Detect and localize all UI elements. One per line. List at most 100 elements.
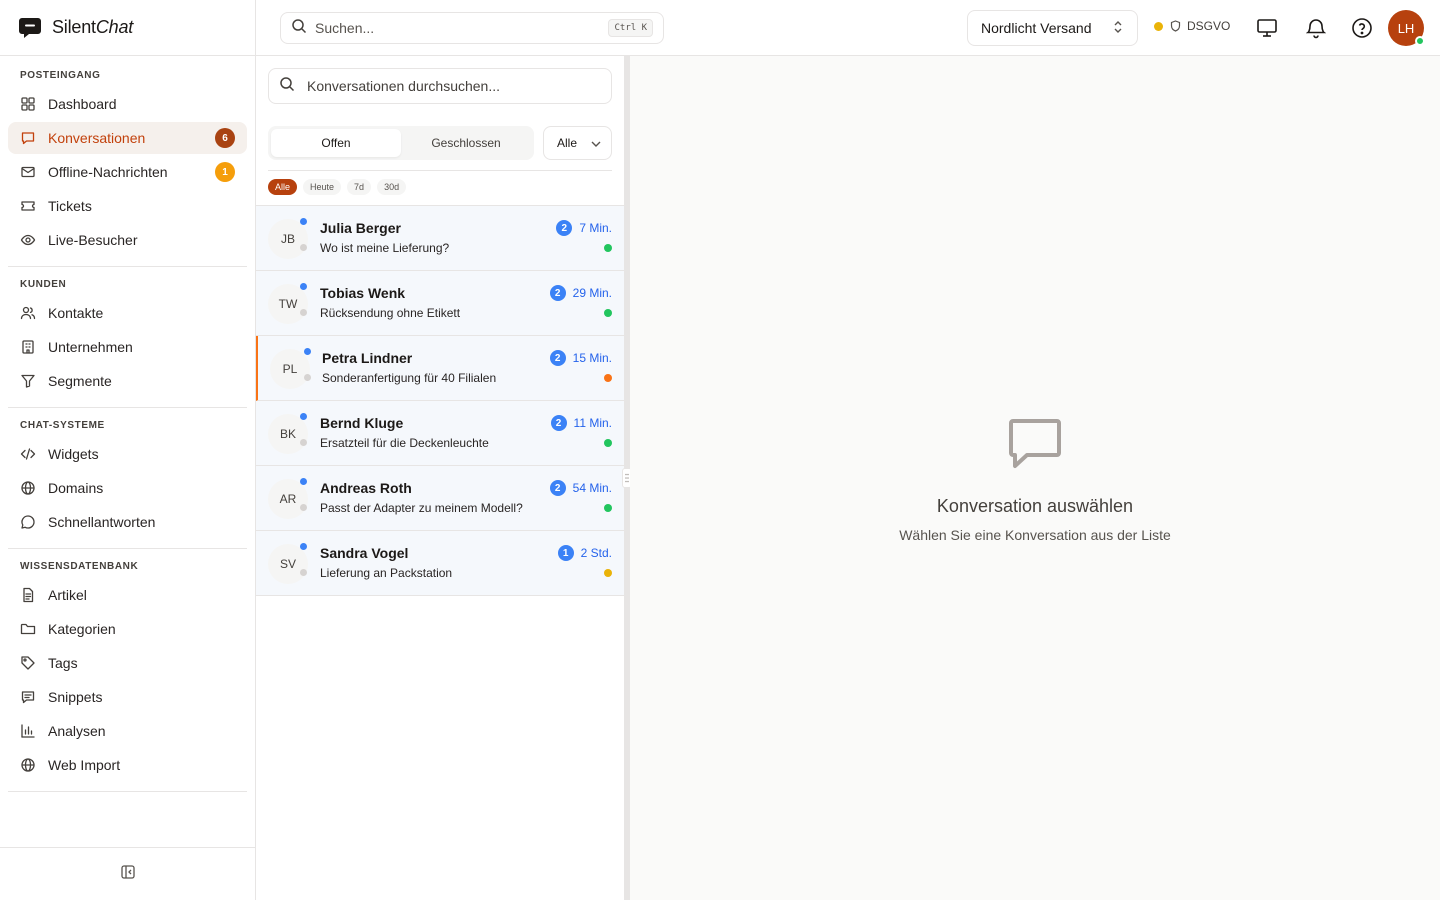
sidebar-item-label: Kategorien [48,621,116,637]
conversation-meta: 1 2 Std. [557,545,612,561]
time-chip-heute[interactable]: Heute [303,179,342,195]
compliance-label: DSGVO [1187,19,1231,33]
conversation-subject: Passt der Adapter zu meinem Modell? [320,501,523,515]
conversation-list-panel: Konversationen durchsuchen... Offen Gesch… [256,56,624,900]
monitor-icon[interactable] [1255,16,1279,40]
globe-icon [20,757,36,773]
time-chip-alle[interactable]: Alle [268,179,298,195]
conversation-meta: 2 15 Min. [549,350,612,366]
sidebar-item-label: Artikel [48,587,87,603]
nav-section-title: CHAT-SYSTEME [20,420,105,431]
contact-initials: SV [279,557,296,571]
contact-avatar: AR [268,479,308,519]
sidebar: SilentChat POSTEINGANG Dashboard Konversat… [0,0,256,900]
sidebar-item-offline-nachrichten[interactable]: Offline-Nachrichten 1 [8,156,247,188]
sidebar-item-analysen[interactable]: Analysen [8,715,247,747]
chat-icon [20,130,36,146]
bell-icon[interactable] [1304,16,1328,40]
nav-section-wissensdatenbank: WISSENSDATENBANK Artikel Kategorien Tags Sni… [8,549,247,792]
contact-name: Tobias Wenk [320,285,406,301]
sidebar-item-snippets[interactable]: Snippets [8,681,247,713]
unread-dot [300,413,307,420]
chevron-down-icon [591,136,601,150]
chevron-up-down-icon [1112,20,1124,37]
global-search-input[interactable]: Suchen... Ctrl K [280,12,664,44]
conversation-row[interactable]: AR Andreas Roth Passt der Adapter zu mei… [256,466,624,531]
conversation-subject: Lieferung an Packstation [320,566,453,580]
message-count-badge: 1 [557,545,574,561]
sidebar-item-label: Unternehmen [48,339,133,355]
sidebar-item-live-besucher[interactable]: Live-Besucher [8,224,247,256]
sidebar-item-unternehmen[interactable]: Unternehmen [8,331,247,363]
conversation-time: 7 Min. [579,221,612,235]
count-badge: 6 [215,128,235,148]
snippet-icon [20,689,36,705]
message-count-badge: 2 [549,285,566,301]
unread-dot [300,478,307,485]
contact-avatar: PL [270,349,310,389]
contact-initials: BK [279,427,296,441]
search-shortcut: Ctrl K [608,19,653,37]
assignee-filter-select[interactable]: Alle [543,126,612,160]
presence-dot [304,374,311,381]
tab-geschlossen[interactable]: Geschlossen [401,129,531,157]
users-icon [20,305,36,321]
presence-dot [300,504,307,511]
eye-icon [20,232,36,248]
workspace-switcher[interactable]: Nordlicht Versand [967,10,1138,46]
conversation-row[interactable]: PL Petra Lindner Sonderanfertigung für 4… [256,336,624,401]
conversation-time: 29 Min. [572,286,612,300]
sidebar-item-label: Schnellantworten [48,514,156,530]
presence-dot [300,309,307,316]
message-square-icon [1005,413,1065,473]
contact-initials: PL [282,362,298,376]
ticket-icon [20,198,36,214]
sidebar-item-widgets[interactable]: Widgets [8,438,247,470]
sidebar-item-konversationen[interactable]: Konversationen 6 [8,122,247,154]
sidebar-item-tickets[interactable]: Tickets [8,190,247,222]
globe-icon [20,480,36,496]
conversation-row[interactable]: SV Sandra Vogel Lieferung an Packstation… [256,531,624,596]
conversation-row[interactable]: JB Julia Berger Wo ist meine Lieferung? … [256,206,624,271]
priority-dot [604,309,612,317]
sidebar-item-kontakte[interactable]: Kontakte [8,297,247,329]
tab-offen[interactable]: Offen [271,129,401,157]
sidebar-item-domains[interactable]: Domains [8,472,247,504]
priority-dot [604,374,612,382]
sidebar-item-label: Web Import [48,757,121,773]
collapse-sidebar-icon[interactable] [120,864,136,885]
file-text-icon [20,587,36,603]
user-avatar[interactable]: LH [1388,10,1425,46]
help-icon[interactable] [1350,16,1374,40]
contact-avatar: JB [268,219,308,259]
conversation-time: 11 Min. [573,416,612,430]
sidebar-item-segmente[interactable]: Segmente [8,365,247,397]
nav-section-title: POSTEINGANG [20,70,101,81]
sidebar-item-tags[interactable]: Tags [8,647,247,679]
time-chip-7d[interactable]: 7d [347,179,372,195]
conversation-search-input[interactable]: Konversationen durchsuchen... [268,68,612,104]
sidebar-item-dashboard[interactable]: Dashboard [8,88,247,120]
workspace-name: Nordlicht Versand [981,20,1092,36]
conversation-subject: Wo ist meine Lieferung? [320,241,450,255]
brand-name: SilentChat [52,17,134,37]
conversation-search-placeholder: Konversationen durchsuchen... [307,78,501,94]
status-tabs: Offen Geschlossen [268,126,534,160]
sidebar-item-schnellantworten[interactable]: Schnellantworten [8,506,247,538]
conversation-meta: 2 7 Min. [556,220,612,236]
time-chip-30d[interactable]: 30d [377,179,407,195]
conversation-row[interactable]: TW Tobias Wenk Rücksendung ohne Etikett … [256,271,624,336]
nav-section-title: WISSENSDATENBANK [20,561,139,572]
compliance-status[interactable]: DSGVO [1154,19,1230,33]
conversation-row[interactable]: BK Bernd Kluge Ersatzteil für die Decken… [256,401,624,466]
sidebar-item-web-import[interactable]: Web Import [8,749,247,781]
brand[interactable]: SilentChat [0,0,255,56]
building-icon [20,339,36,355]
nav-section-title: KUNDEN [20,279,67,290]
conversation-subject: Sonderanfertigung für 40 Filialen [322,371,497,385]
sidebar-item-kategorien[interactable]: Kategorien [8,613,247,645]
sidebar-item-artikel[interactable]: Artikel [8,579,247,611]
sidebar-item-label: Tickets [48,198,92,214]
priority-dot [604,504,612,512]
folder-icon [20,621,36,637]
